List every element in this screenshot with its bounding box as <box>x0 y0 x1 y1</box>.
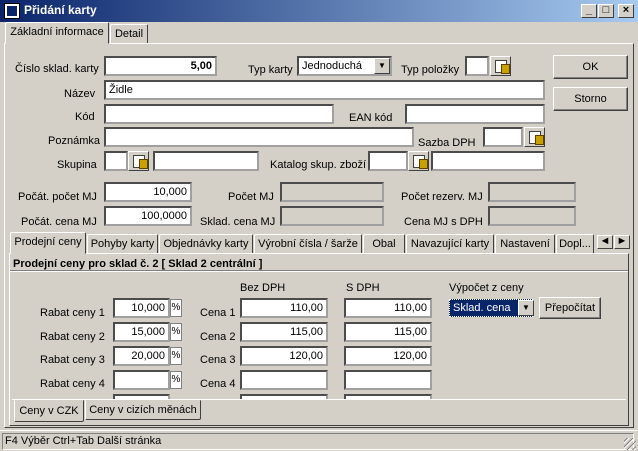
katalog-label: Katalog skup. zboží <box>270 159 367 171</box>
vypocet-dropdown-arrow-icon[interactable]: ▼ <box>518 300 534 316</box>
sazba-label: Sazba DPH <box>418 137 476 149</box>
resize-grip-icon[interactable] <box>624 438 636 450</box>
app-icon <box>4 3 20 19</box>
cena-sdph-field <box>488 206 576 226</box>
vypocet-label: Výpočet z ceny <box>449 282 524 294</box>
cena-3-bez-input[interactable]: 120,00 <box>240 346 328 366</box>
typ-karty-label: Typ karty <box>248 64 293 76</box>
poznamka-label: Poznámka <box>48 135 100 147</box>
cena-4-s-input[interactable] <box>344 370 432 390</box>
pocat-cena-label: Počát. cena MJ <box>21 216 97 228</box>
rabat-1-pct: % <box>170 299 182 317</box>
sazba-input[interactable] <box>483 127 523 147</box>
rabat-3-label: Rabat ceny 3 <box>40 354 105 366</box>
skupina-input[interactable] <box>104 151 128 171</box>
maximize-button[interactable]: □ <box>598 4 614 18</box>
prices-heading: Prodejní ceny pro sklad č. 2 [ Sklad 2 c… <box>13 258 263 270</box>
skupina-picker-icon[interactable] <box>128 151 149 171</box>
rabat-2-label: Rabat ceny 2 <box>40 331 105 343</box>
tab-navazujici-karty[interactable]: Navazující karty <box>406 234 494 254</box>
katalog-input[interactable] <box>368 151 408 171</box>
cena-2-label: Cena 2 <box>200 331 236 343</box>
cena-sdph-label: Cena MJ s DPH <box>404 216 483 228</box>
typ-polozky-input[interactable] <box>465 56 489 76</box>
kod-label: Kód <box>75 111 95 123</box>
nazev-input[interactable]: Židle <box>104 80 545 100</box>
pocet-mj-label: Počet MJ <box>228 191 274 203</box>
s-dph-label: S DPH <box>346 282 380 294</box>
rabat-4-pct: % <box>170 371 182 389</box>
tab-pohyby-karty[interactable]: Pohyby karty <box>87 234 158 254</box>
window-title: Přidání karty <box>24 3 97 17</box>
tab-vyrobni-cisla[interactable]: Výrobní čísla / šarže <box>254 234 362 254</box>
tab-nastaveni[interactable]: Nastavení <box>495 234 555 254</box>
cena-2-s-input[interactable]: 115,00 <box>344 322 432 342</box>
bez-dph-label: Bez DPH <box>240 282 286 294</box>
tab-scroll-left-icon[interactable]: ◄ <box>597 235 613 249</box>
poznamka-input[interactable] <box>104 127 414 147</box>
cena-3-s-input[interactable]: 120,00 <box>344 346 432 366</box>
pocet-mj-field <box>280 182 384 202</box>
ean-input[interactable] <box>405 104 545 124</box>
tab-obal[interactable]: Obal <box>363 234 405 254</box>
pocat-pocet-label: Počát. počet MJ <box>18 191 97 203</box>
cena-2-bez-input[interactable]: 115,00 <box>240 322 328 342</box>
tab-prodejni-ceny[interactable]: Prodejní ceny <box>10 232 86 254</box>
ean-label: EAN kód <box>349 112 393 124</box>
tab-detail[interactable]: Detail <box>110 24 148 44</box>
katalog-picker-icon[interactable] <box>408 151 429 171</box>
pocet-rezerv-field <box>488 182 576 202</box>
tab-scroll-right-icon[interactable]: ► <box>614 235 630 249</box>
prepocitat-button[interactable]: Přepočítat <box>539 297 601 319</box>
skupina-label: Skupina <box>57 159 97 171</box>
pocet-rezerv-label: Počet rezerv. MJ <box>401 191 483 203</box>
nazev-label: Název <box>64 88 96 100</box>
rabat-4-input[interactable] <box>113 370 170 390</box>
pocat-cena-input[interactable]: 100,0000 <box>104 206 192 226</box>
sklad-cena-label: Sklad. cena MJ <box>200 216 276 228</box>
minimize-button[interactable]: _ <box>581 4 597 18</box>
tab-dopln[interactable]: Dopl... <box>556 234 594 254</box>
rabat-4-label: Rabat ceny 4 <box>40 378 105 390</box>
cena-3-label: Cena 3 <box>200 354 236 366</box>
close-button[interactable]: × <box>618 4 634 18</box>
storno-button[interactable]: Storno <box>553 87 628 111</box>
cena-4-label: Cena 4 <box>200 378 236 390</box>
cena-1-s-input[interactable]: 110,00 <box>344 298 432 318</box>
sazba-picker-icon[interactable] <box>524 127 545 147</box>
typ-karty-dropdown-arrow-icon[interactable]: ▼ <box>374 58 390 74</box>
rabat-1-label: Rabat ceny 1 <box>40 307 105 319</box>
rabat-1-input[interactable]: 10,000 <box>113 298 170 318</box>
katalog-name-field <box>431 151 545 171</box>
typ-karty-value: Jednoduchá <box>302 60 362 72</box>
kod-input[interactable] <box>104 104 334 124</box>
cislo-input[interactable]: 5,00 <box>104 56 217 76</box>
tab-objednavky-karty[interactable]: Objednávky karty <box>159 234 253 254</box>
rabat-2-input[interactable]: 15,000 <box>113 322 170 342</box>
ok-button[interactable]: OK <box>553 55 628 79</box>
cislo-label: Číslo sklad. karty <box>15 63 99 75</box>
status-text: F4 Výběr Ctrl+Tab Další stránka <box>2 433 634 450</box>
cena-4-bez-input[interactable] <box>240 370 328 390</box>
skupina-name-field <box>153 151 259 171</box>
rabat-2-pct: % <box>170 323 182 341</box>
status-bar: F4 Výběr Ctrl+Tab Další stránka <box>0 430 638 451</box>
tab-ceny-v-cizich-menach[interactable]: Ceny v cizích měnách <box>85 400 201 420</box>
tab-ceny-v-czk[interactable]: Ceny v CZK <box>14 400 84 422</box>
typ-polozky-picker-icon[interactable] <box>490 56 511 76</box>
pocat-pocet-input[interactable]: 10,000 <box>104 182 192 202</box>
heading-divider-highlight <box>10 271 628 272</box>
tab-zakladni-informace[interactable]: Základní informace <box>5 22 109 44</box>
cena-1-label: Cena 1 <box>200 307 236 319</box>
rabat-3-input[interactable]: 20,000 <box>113 346 170 366</box>
rabat-3-pct: % <box>170 347 182 365</box>
sklad-cena-field <box>280 206 384 226</box>
typ-polozky-label: Typ položky <box>401 64 460 76</box>
cena-1-bez-input[interactable]: 110,00 <box>240 298 328 318</box>
